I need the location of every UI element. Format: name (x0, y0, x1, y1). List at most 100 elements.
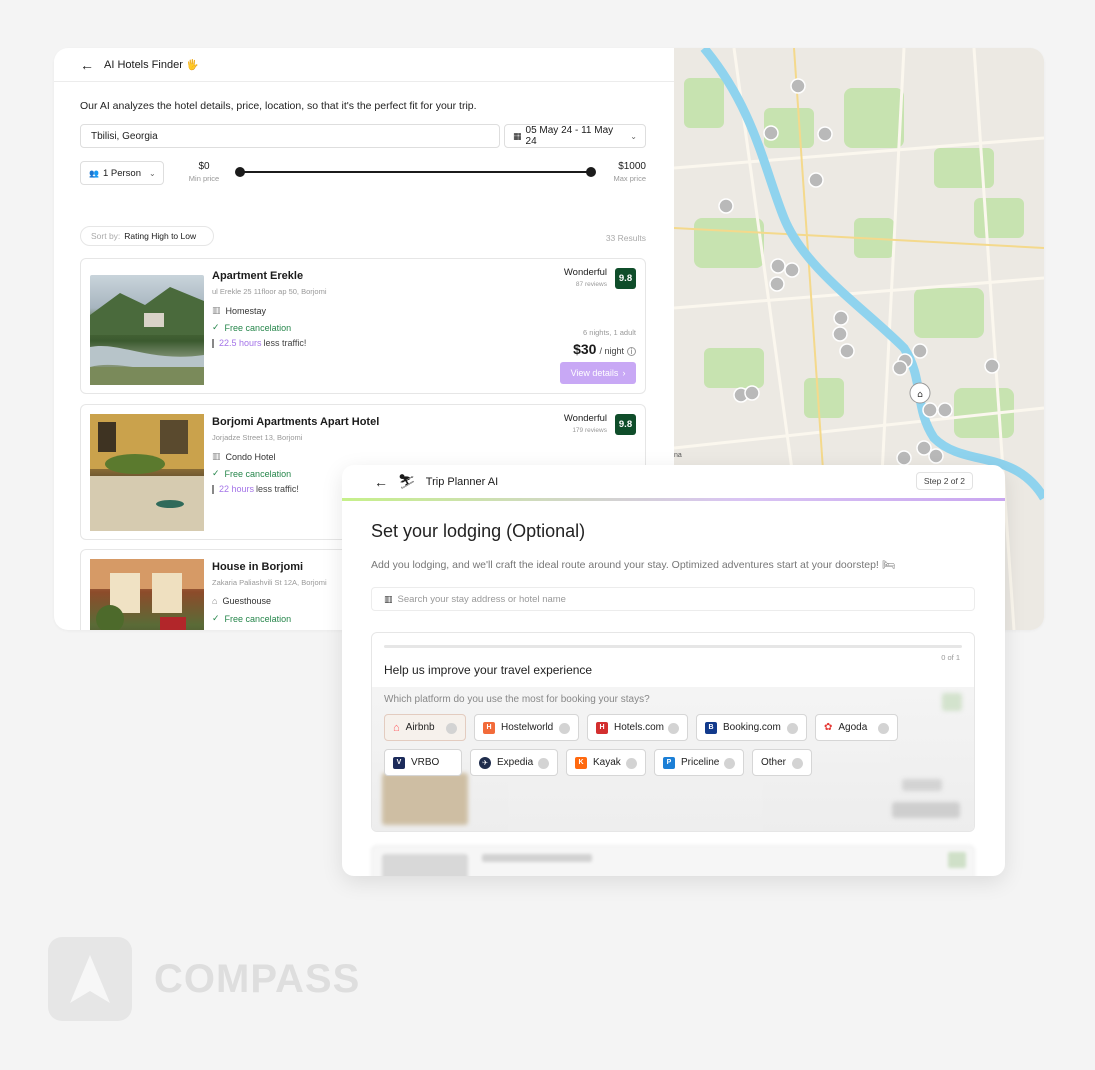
view-details-button[interactable]: View details › (560, 362, 636, 384)
survey-progress-bar (384, 645, 962, 648)
date-range-value: 05 May 24 - 11 May 24 (525, 125, 614, 147)
agoda-logo-icon: ✿ (824, 722, 833, 733)
option-priceline[interactable]: P Priceline (654, 749, 744, 776)
option-hotels-com[interactable]: H Hotels.com (587, 714, 688, 741)
free-cancellation: ✓ Free cancelation (212, 613, 291, 624)
lodging-description: Add you lodging, and we'll craft the ide… (371, 559, 896, 571)
option-label: Priceline (681, 757, 720, 768)
airbnb-logo-icon: ⌂ (393, 721, 400, 734)
radio-check-icon (724, 758, 735, 769)
cancellation-label: Free cancelation (224, 468, 292, 479)
rating-score-badge: 9.8 (615, 268, 636, 289)
option-expedia[interactable]: ✈ Expedia (470, 749, 558, 776)
review-count: 179 reviews (572, 427, 607, 434)
booking-com-logo-icon: B (705, 721, 717, 734)
nightly-price: $30 / night i (573, 341, 636, 357)
hotel-type-label: Guesthouse (222, 596, 271, 606)
hotel-photo[interactable] (90, 275, 204, 385)
hotel-name[interactable]: Apartment Erekle (212, 270, 303, 282)
option-agoda[interactable]: ✿ Agoda (815, 714, 898, 741)
radio-check-icon (538, 758, 549, 769)
hotel-name[interactable]: House in Borjomi (212, 561, 303, 573)
check-circle-icon: ✓ (212, 322, 220, 332)
compass-logo-icon (48, 937, 132, 1021)
price-min: $0 Min price (186, 161, 222, 183)
free-cancellation: ✓ Free cancelation (212, 322, 291, 333)
option-label: Kayak (593, 757, 621, 768)
back-arrow-icon[interactable]: ← (80, 58, 94, 72)
option-label: Airbnb (405, 722, 435, 733)
survey-panel: 0 of 1 Help us improve your travel exper… (371, 632, 975, 832)
hotel-address: ul Erekle 25 11floor ap 50, Borjomi (212, 287, 327, 296)
hotel-type: ▥ Homestay (212, 305, 266, 316)
chevron-right-icon: › (622, 368, 626, 378)
hotel-address: Zakaria Paliashvili St 12A, Borjomi (212, 578, 327, 587)
review-count: 87 reviews (575, 281, 607, 288)
sort-label: Sort by: (91, 231, 121, 241)
radio-check-icon (792, 758, 803, 769)
building-icon: ▥ (212, 451, 221, 461)
back-arrow-icon[interactable]: ← (374, 475, 388, 489)
price-min-label: Min price (188, 174, 220, 183)
hotel-card[interactable]: Apartment Erekle ul Erekle 25 11floor ap… (80, 258, 646, 394)
hotel-type-label: Homestay (225, 305, 267, 316)
svg-text:⌂: ⌂ (917, 390, 923, 400)
radio-check-icon (626, 758, 637, 769)
price-slider-track[interactable] (239, 171, 591, 173)
free-cancellation: ✓ Free cancelation (212, 468, 291, 479)
hotel-photo[interactable] (90, 559, 204, 630)
traffic-text: less traffic! (263, 338, 307, 348)
chevron-down-icon: ⌄ (149, 168, 156, 178)
rating-score-badge: 9.8 (615, 414, 636, 435)
guests-dropdown[interactable]: 👥 1 Person ⌄ (80, 161, 164, 185)
price-unit: / night (599, 346, 624, 356)
hotel-photo-art (90, 287, 204, 385)
rating-label: Wonderful (563, 267, 607, 278)
vrbo-logo-icon: V (393, 756, 405, 769)
traffic-hours: 22.5 hours (219, 338, 262, 348)
hotel-name[interactable]: Borjomi Apartments Apart Hotel (212, 416, 379, 428)
hostelworld-logo-icon: H (483, 721, 495, 734)
check-circle-icon: ✓ (212, 613, 220, 623)
info-icon[interactable]: i (627, 347, 636, 356)
hotel-photo-art (90, 559, 204, 630)
traffic-bar-icon (212, 338, 214, 348)
lodging-heading: Set your lodging (Optional) (371, 521, 586, 541)
price-slider-max-handle[interactable] (586, 167, 596, 177)
building-icon: ▥ (212, 305, 221, 315)
option-booking-com[interactable]: B Booking.com (696, 714, 807, 741)
option-label: Agoda (838, 722, 868, 733)
radio-check-icon (446, 723, 457, 734)
results-count: 33 Results (605, 233, 646, 243)
price-min-value: $0 (198, 161, 210, 172)
planner-header: ← ⛷ Trip Planner AI Step 2 of 2 (342, 465, 1005, 498)
hotel-type: ⌂ Guesthouse (212, 596, 271, 606)
expedia-logo-icon: ✈ (479, 756, 491, 769)
date-range-picker[interactable]: ▦ 05 May 24 - 11 May 24 ⌄ (504, 124, 646, 148)
price-slider-min-handle[interactable] (235, 167, 245, 177)
kayak-logo-icon: K (575, 756, 587, 769)
check-circle-icon: ✓ (212, 468, 220, 478)
option-hostelworld[interactable]: H Hostelworld (474, 714, 579, 741)
finder-title: AI Hotels Finder 🖐 (104, 58, 199, 71)
stay-search-input[interactable]: ▥ Search your stay address or hotel name (371, 587, 975, 611)
option-other[interactable]: Other (752, 749, 812, 776)
option-kayak[interactable]: K Kayak (566, 749, 646, 776)
skier-logo-icon: ⛷ (398, 473, 416, 489)
stay-search-placeholder: Search your stay address or hotel name (397, 593, 566, 605)
guests-value: 1 Person (102, 167, 141, 179)
option-label: Booking.com (723, 722, 781, 733)
hotels-com-logo-icon: H (596, 721, 608, 734)
location-input[interactable]: Tbilisi, Georgia (80, 124, 500, 148)
price-amount: $30 (573, 341, 597, 357)
blurred-hotel-row (371, 845, 975, 876)
price-max-value: $1000 (618, 161, 646, 172)
radio-check-icon (787, 723, 798, 734)
sort-dropdown[interactable]: Sort by: Rating High to Low (80, 226, 214, 246)
option-airbnb[interactable]: ⌂ Airbnb (384, 714, 466, 741)
radio-check-icon (878, 723, 889, 734)
option-vrbo[interactable]: V VRBO (384, 749, 462, 776)
hotel-photo[interactable] (90, 414, 204, 531)
hotel-address: Jorjadze Street 13, Borjomi (212, 433, 303, 442)
selected-map-pin[interactable]: ⌂ (909, 382, 931, 404)
